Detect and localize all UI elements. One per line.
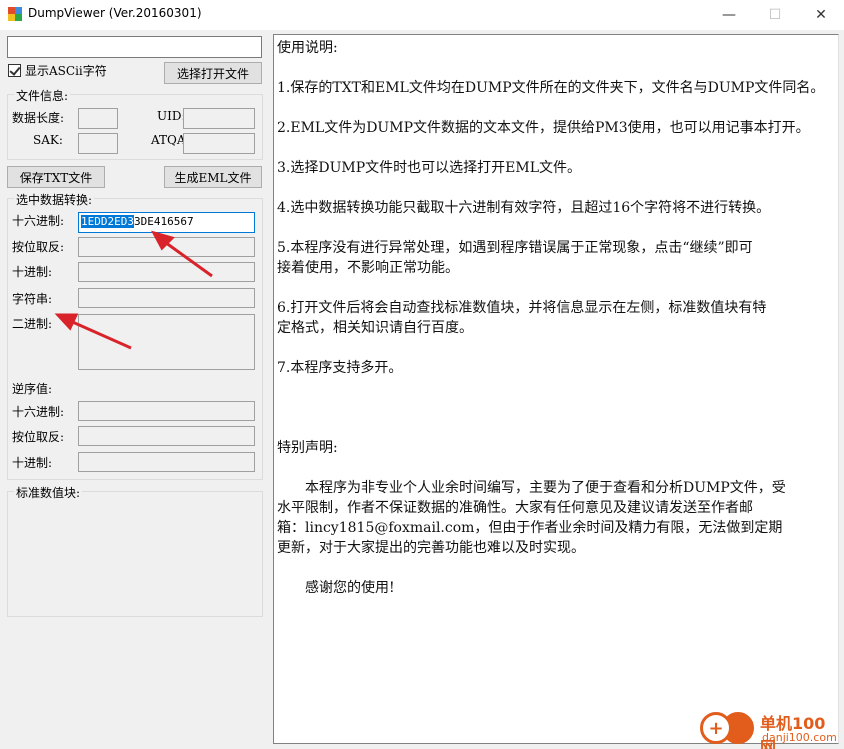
- help-line: 定格式，相关知识请自行百度。: [277, 320, 473, 336]
- help-line: 接着使用，不影响正常功能。: [277, 260, 459, 276]
- help-line: 4.选中数据转换功能只截取十六进制有效字符，且超过16个字符将不进行转换。: [277, 200, 771, 216]
- watermark-logo: + 单机100网 danji100.com: [700, 708, 840, 749]
- help-line: 感谢您的使用!: [277, 580, 395, 596]
- watermark-plus-icon: +: [700, 712, 732, 744]
- help-line: 5.本程序没有进行异常处理，如遇到程序错误属于正常现象，点击“继续”即可: [277, 240, 753, 256]
- help-line: 箱：lincy1815@foxmail.com，但由于作者业余时间及精力有限，无…: [277, 520, 783, 536]
- help-line: 水平限制，作者不保证数据的准确性。大家有任何意见及建议请发送至作者邮: [277, 500, 753, 516]
- arrow-to-bin-icon: [54, 313, 132, 350]
- help-line: 本程序为非专业个人业余时间编写，主要为了便于查看和分析DUMP文件，受: [277, 480, 786, 496]
- help-textbox[interactable]: 使用说明: 1.保存的TXT和EML文件均在DUMP文件所在的文件夹下，文件名与…: [273, 34, 839, 744]
- help-line: 2.EML文件为DUMP文件数据的文本文件，提供给PM3使用，也可以用记事本打开…: [277, 120, 810, 136]
- help-line: 1.保存的TXT和EML文件均在DUMP文件所在的文件夹下，文件名与DUMP文件…: [277, 80, 825, 96]
- help-line: 特别声明:: [277, 440, 338, 456]
- help-line: 更新，对于大家提出的完善功能也难以及时实现。: [277, 540, 585, 556]
- watermark-domain: danji100.com: [762, 731, 837, 744]
- help-line: 6.打开文件后将会自动查找标准数值块，并将信息显示在左侧，标准数值块有特: [277, 300, 767, 316]
- help-line: 7.本程序支持多开。: [277, 360, 403, 376]
- help-line: 3.选择DUMP文件时也可以选择打开EML文件。: [277, 160, 581, 176]
- help-line: 使用说明:: [277, 40, 338, 56]
- arrow-to-hex-icon: [151, 230, 213, 278]
